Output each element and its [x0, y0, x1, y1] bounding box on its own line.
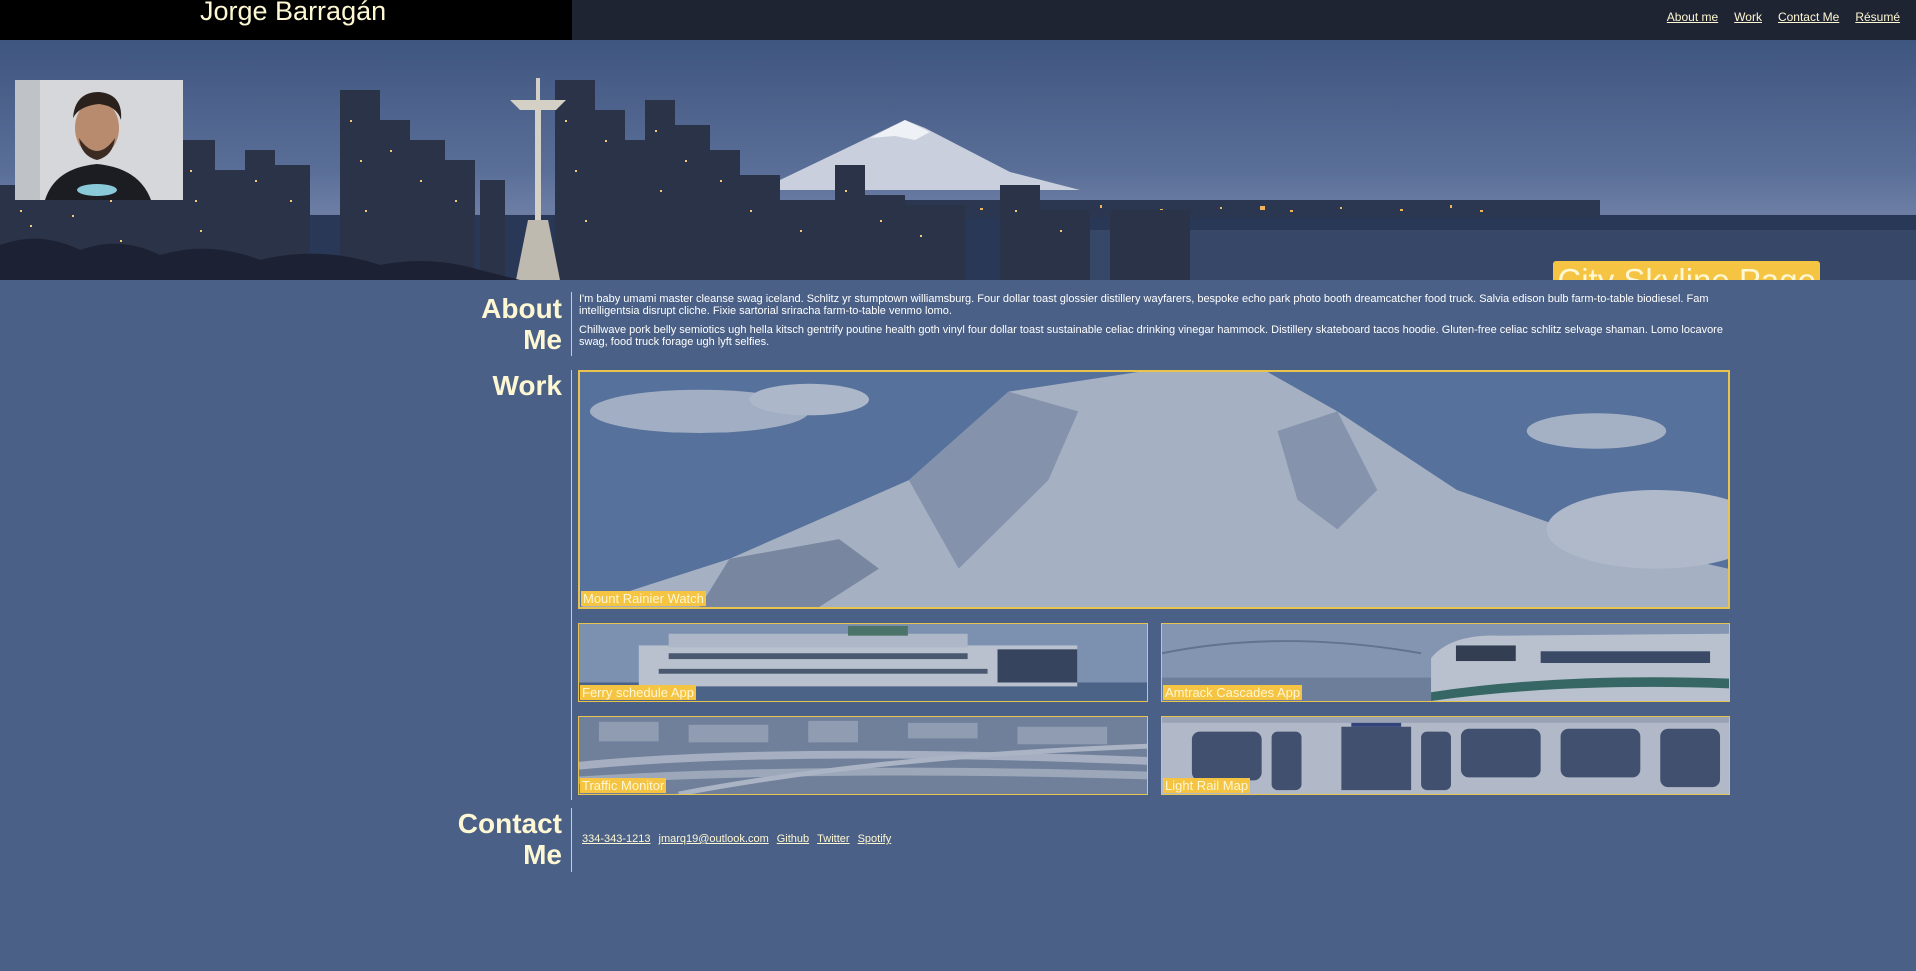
about-text: I'm baby umami master cleanse swag icela…	[579, 293, 1724, 355]
project-card-traffic[interactable]: Traffic Monitor	[578, 716, 1148, 795]
skyline-hero-image: City Skyline Page	[0, 40, 1916, 280]
about-heading: About Me	[481, 293, 562, 355]
about-paragraph: I'm baby umami master cleanse swag icela…	[579, 293, 1709, 317]
contact-links: 334-343-1213 jmarq19@outlook.com Github …	[582, 833, 891, 845]
project-card-mount-rainier[interactable]: Mount Rainier Watch	[578, 370, 1730, 609]
github-link[interactable]: Github	[777, 833, 809, 845]
project-card-ferry[interactable]: Ferry schedule App	[578, 623, 1148, 702]
nav-about-link[interactable]: About me	[1667, 10, 1718, 24]
contact-divider	[571, 808, 572, 872]
twitter-link[interactable]: Twitter	[817, 833, 849, 845]
nav-work-link[interactable]: Work	[1734, 10, 1762, 24]
project-card-light-rail[interactable]: Light Rail Map	[1161, 716, 1730, 795]
project-card-amtrak[interactable]: Amtrack Cascades App	[1161, 623, 1730, 702]
hero-title: City Skyline Page	[1553, 261, 1820, 280]
skyline-illustration	[0, 78, 1916, 280]
about-paragraph: Chillwave pork belly semiotics ugh hella…	[579, 324, 1723, 348]
email-link[interactable]: jmarq19@outlook.com	[659, 833, 769, 845]
project-caption: Traffic Monitor	[580, 778, 667, 793]
nav-contact-link[interactable]: Contact Me	[1778, 10, 1839, 24]
phone-link[interactable]: 334-343-1213	[582, 833, 651, 845]
profile-photo	[15, 80, 183, 200]
project-caption: Mount Rainier Watch	[581, 591, 706, 606]
main-nav: About me Work Contact Me Résumé	[1667, 10, 1900, 24]
spotify-link[interactable]: Spotify	[858, 833, 892, 845]
work-divider	[571, 370, 572, 800]
nav-resume-link[interactable]: Résumé	[1855, 10, 1900, 24]
about-divider	[571, 292, 572, 356]
name-banner: Jorge Barragán	[0, 0, 572, 40]
project-caption: Light Rail Map	[1163, 778, 1251, 793]
top-navbar: Jorge Barragán About me Work Contact Me …	[0, 0, 1916, 40]
contact-heading: Contact Me	[457, 808, 562, 870]
project-caption: Amtrack Cascades App	[1163, 685, 1303, 700]
project-caption: Ferry schedule App	[580, 685, 697, 700]
site-owner-name: Jorge Barragán	[200, 0, 387, 26]
work-heading: Work	[492, 370, 563, 401]
